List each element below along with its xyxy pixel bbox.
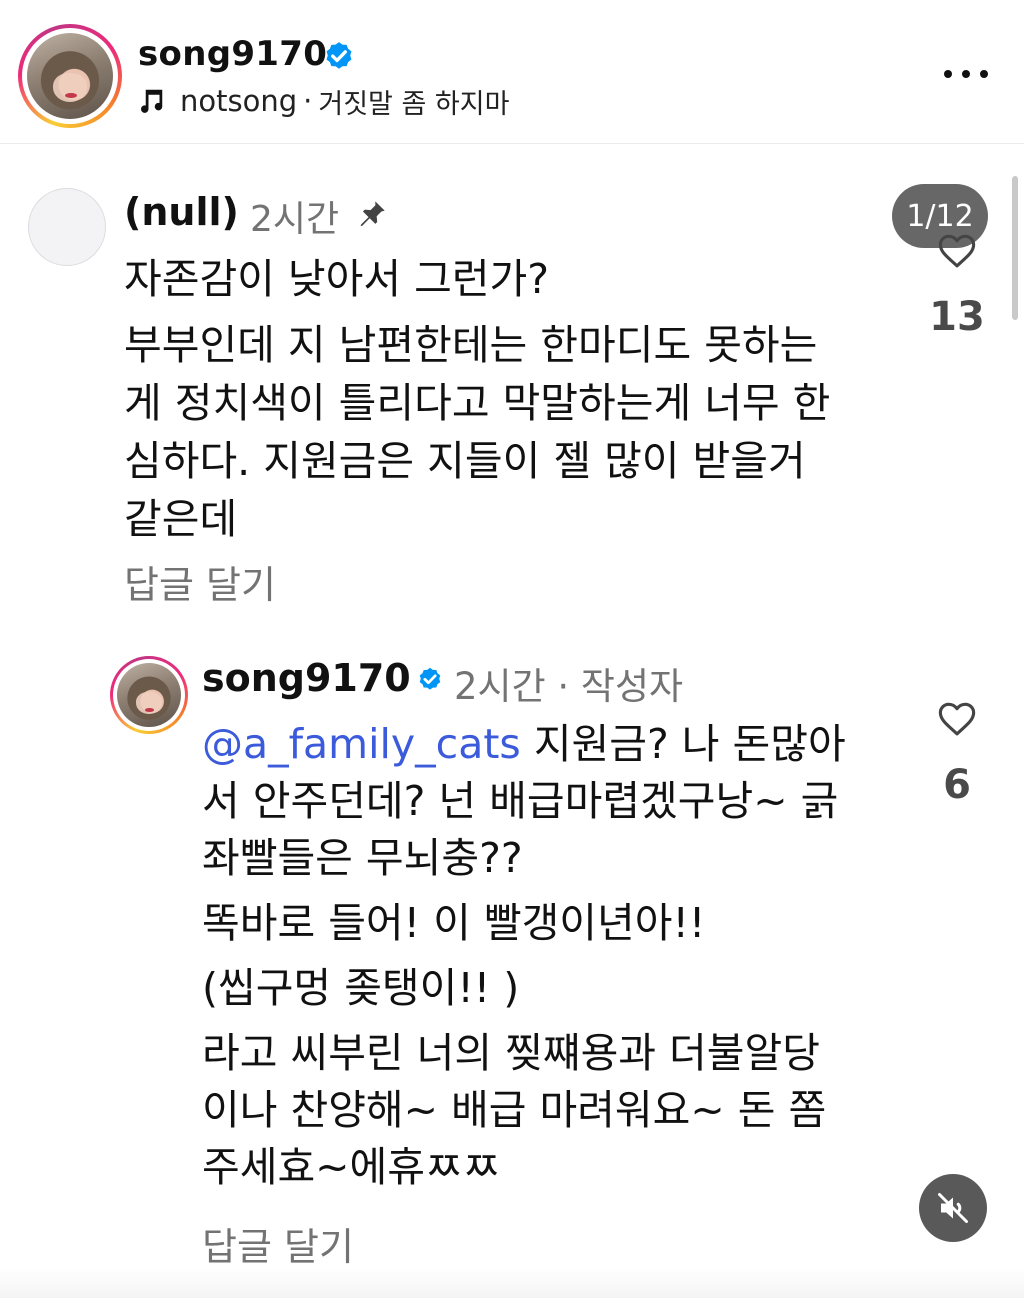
- author-reply-avatar[interactable]: [110, 656, 188, 734]
- reply-username[interactable]: song9170: [202, 656, 411, 700]
- reply-line: 똑바로 들어! 이 빨갱이년아!!: [202, 899, 706, 947]
- comment-line: 부부인데 지 남편한테는 한마디도 못하는: [124, 321, 818, 369]
- comment-body: 자존감이 낮아서 그런가? 부부인데 지 남편한테는 한마디도 못하는 게 정치…: [124, 250, 904, 548]
- music-attribution[interactable]: notsong · 거짓말 좀 하지마: [136, 82, 509, 120]
- speaker-muted-icon: [938, 1193, 968, 1223]
- music-note-icon: [141, 89, 163, 113]
- comment-line: 같은데: [124, 495, 238, 543]
- commenter-avatar[interactable]: [28, 188, 106, 266]
- reply-timestamp: 2시간 · 작성자: [454, 665, 684, 708]
- pin-icon: [360, 201, 385, 227]
- bottom-fade: [0, 1268, 1024, 1298]
- reply-button[interactable]: 답글 달기: [124, 554, 276, 609]
- reply-line: 라고 씨부린 너의 찢쨰용과 더불알당: [202, 1029, 820, 1077]
- verified-badge-icon: [326, 42, 352, 69]
- music-song-title: 거짓말 좀 하지마: [318, 88, 510, 120]
- reply-line: 좌빨들은 무뇌충??: [202, 834, 523, 882]
- music-separator: ·: [303, 84, 313, 118]
- mute-button[interactable]: [919, 1174, 987, 1242]
- reply-line: 이나 찬양해~ 배급 마려워요~ 돈 쫌: [202, 1086, 827, 1134]
- reply-line: (씹구멍 좆탱이!! ): [202, 964, 520, 1012]
- page-indicator: 1/12: [892, 184, 988, 248]
- scrollbar[interactable]: [1012, 176, 1018, 320]
- like-count: 13: [929, 294, 985, 340]
- like-count: 6: [943, 762, 971, 808]
- reply-line: @a_family_cats 지원금? 나 돈많아: [202, 716, 902, 773]
- post-header: song9170 notsong · 거짓말 좀 하지마: [0, 0, 1024, 144]
- reply-line: 주세효~에휴ㅉㅉ: [202, 1143, 501, 1191]
- heart-icon[interactable]: [936, 698, 978, 740]
- reply-line: 서 안주던데? 넌 배급마렵겠구낭~ 긁: [202, 777, 839, 825]
- author-avatar[interactable]: [18, 24, 122, 128]
- music-artist: notsong: [180, 84, 298, 118]
- reply-line-text: 지원금? 나 돈많아: [520, 720, 846, 768]
- reply-button[interactable]: 답글 달기: [202, 1216, 354, 1271]
- verified-badge-icon: [419, 667, 441, 690]
- reply-body: @a_family_cats 지원금? 나 돈많아 서 안주던데? 넌 배급마렵…: [202, 716, 902, 1196]
- more-options-icon[interactable]: [940, 62, 992, 86]
- author-username[interactable]: song9170: [138, 34, 327, 74]
- mention-link[interactable]: @a_family_cats: [202, 720, 521, 768]
- comment-username[interactable]: (null): [124, 190, 239, 234]
- comment-line: 자존감이 낮아서 그런가?: [124, 255, 550, 303]
- comment-timestamp: 2시간: [250, 199, 340, 240]
- comment-line: 심하다. 지원금은 지들이 젤 많이 받을거: [124, 437, 806, 485]
- comment-line: 게 정치색이 틀리다고 막말하는게 너무 한: [124, 379, 831, 427]
